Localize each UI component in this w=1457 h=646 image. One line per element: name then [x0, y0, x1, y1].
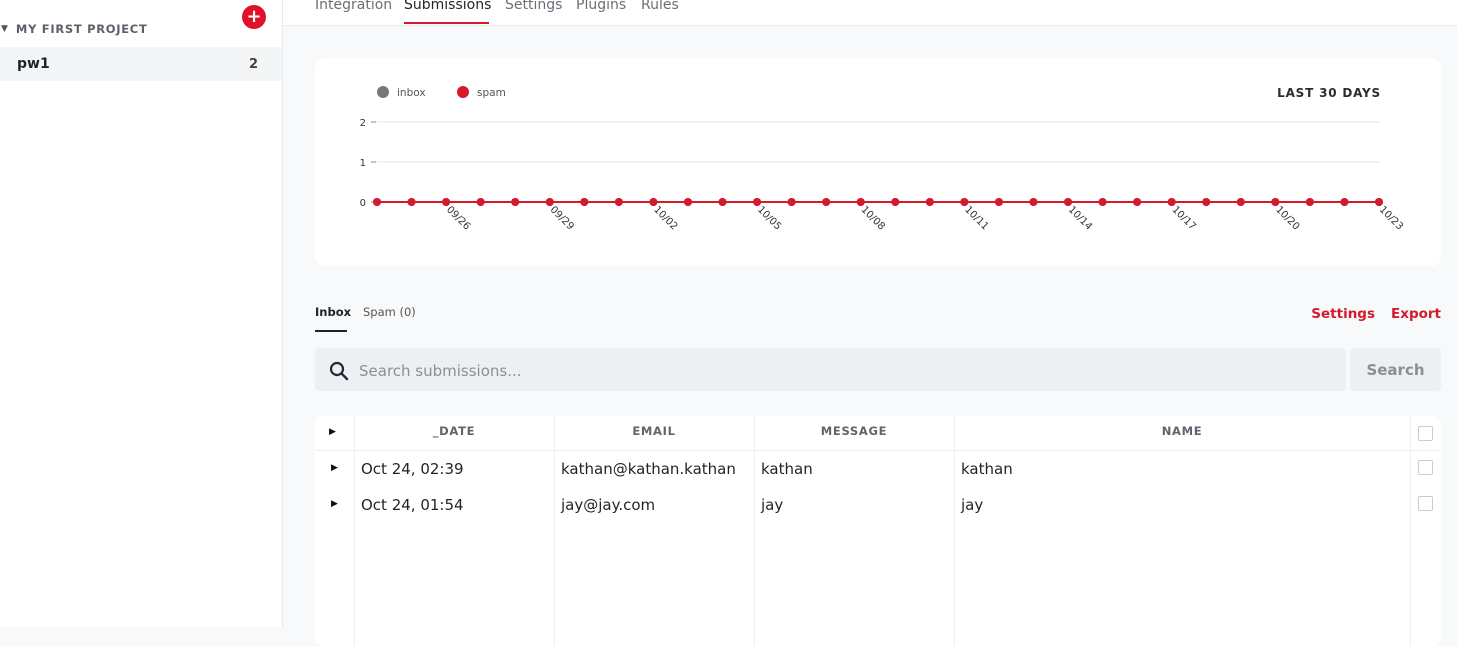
- row-email: kathan@kathan.kathan: [561, 460, 736, 478]
- tab-submissions[interactable]: Submissions: [404, 0, 491, 13]
- select-all-checkbox[interactable]: [1418, 426, 1433, 441]
- data-point-spam: [1133, 198, 1142, 206]
- y-tick-label: 2: [360, 118, 366, 129]
- chart-svg: 0 1 2 inbox spam 09/26 09/29 10/02 10/05 10/08 10/…: [360, 86, 1405, 233]
- tab-integration[interactable]: Integration: [315, 0, 392, 13]
- data-point-spam: [580, 198, 589, 206]
- data-point-spam: [1305, 198, 1314, 206]
- sidebar: ▼ MY FIRST PROJECT + pw1 2: [0, 0, 283, 627]
- top-nav: Integration Submissions Settings Plugins…: [283, 0, 1457, 26]
- row-checkbox[interactable]: [1418, 496, 1433, 511]
- tab-plugins[interactable]: Plugins: [576, 0, 626, 13]
- data-point-spam: [787, 198, 796, 206]
- active-tab-underline: [404, 22, 489, 24]
- data-point-spam: [407, 198, 416, 206]
- row-email: jay@jay.com: [561, 496, 656, 514]
- expand-row-icon[interactable]: ▶: [331, 463, 338, 473]
- x-tick-label: 10/23: [1377, 204, 1405, 232]
- x-tick-label: 09/29: [548, 204, 576, 232]
- row-message: kathan: [761, 460, 813, 478]
- y-tick-label: 1: [360, 158, 366, 169]
- data-point-spam: [511, 198, 520, 206]
- legend-label-spam: spam: [477, 87, 506, 99]
- data-point-spam: [994, 198, 1003, 206]
- x-tick-label: 10/14: [1066, 204, 1094, 232]
- x-tick-label: 10/05: [755, 204, 783, 232]
- x-tick-label: 10/20: [1273, 204, 1301, 232]
- data-point-spam: [891, 198, 900, 206]
- tab-spam[interactable]: Spam (0): [363, 305, 416, 319]
- column-header-date[interactable]: _DATE: [354, 424, 554, 438]
- inbox-tab-underline: [315, 330, 347, 332]
- project-title: MY FIRST PROJECT: [15, 22, 148, 36]
- column-header-email[interactable]: EMAIL: [554, 424, 754, 438]
- tab-settings[interactable]: Settings: [505, 0, 562, 13]
- table-actions: Settings Export: [1311, 306, 1441, 322]
- data-point-spam: [856, 198, 865, 206]
- data-point-spam: [1064, 198, 1073, 206]
- expand-row-icon[interactable]: ▶: [331, 499, 338, 509]
- data-point-spam: [1375, 198, 1383, 206]
- data-point-spam: [718, 198, 727, 206]
- row-date: Oct 24, 02:39: [361, 460, 464, 478]
- data-point-spam: [1202, 198, 1211, 206]
- data-point-spam: [683, 198, 692, 206]
- column-header-name[interactable]: NAME: [954, 424, 1410, 438]
- export-link[interactable]: Export: [1391, 306, 1441, 322]
- data-point-spam: [614, 198, 623, 206]
- data-point-spam: [1029, 198, 1038, 206]
- submission-count: 2: [248, 56, 258, 72]
- add-form-button[interactable]: +: [242, 5, 266, 29]
- data-point-spam: [649, 198, 658, 206]
- data-point-spam: [1236, 198, 1245, 206]
- header-divider: [315, 450, 1441, 451]
- x-tick-label: 10/02: [651, 204, 679, 232]
- search-button[interactable]: Search: [1350, 348, 1441, 391]
- legend-marker-inbox: [377, 86, 389, 98]
- data-point-spam: [1271, 198, 1280, 206]
- tab-rules[interactable]: Rules: [641, 0, 679, 13]
- search-input[interactable]: [357, 348, 1321, 393]
- expand-all-icon[interactable]: ▶: [329, 427, 336, 437]
- sidebar-item-form[interactable]: pw1 2: [0, 47, 282, 81]
- data-point-spam: [1098, 198, 1107, 206]
- y-tick-label: 0: [360, 198, 366, 209]
- search-icon: [329, 361, 349, 381]
- legend-label-inbox: inbox: [397, 87, 426, 99]
- row-message: jay: [761, 496, 784, 514]
- data-point-spam: [822, 198, 831, 206]
- tab-inbox[interactable]: Inbox: [315, 305, 351, 319]
- data-point-spam: [1340, 198, 1349, 206]
- data-point-spam: [1167, 198, 1176, 206]
- x-tick-label: 10/17: [1170, 204, 1198, 232]
- data-point-spam: [442, 198, 451, 206]
- data-point-spam: [925, 198, 934, 206]
- x-tick-label: 09/26: [444, 204, 472, 232]
- form-name: pw1: [17, 56, 50, 72]
- search-box: [315, 348, 1346, 393]
- column-header-message[interactable]: MESSAGE: [754, 424, 954, 438]
- row-checkbox[interactable]: [1418, 460, 1433, 475]
- x-tick-label: 10/11: [962, 204, 990, 232]
- project-header[interactable]: ▼ MY FIRST PROJECT: [0, 21, 282, 37]
- data-point-spam: [476, 198, 485, 206]
- chart-range-label: LAST 30 DAYS: [1277, 86, 1381, 100]
- data-point-spam: [753, 198, 762, 206]
- settings-link[interactable]: Settings: [1311, 306, 1375, 322]
- submissions-chart: 0 1 2 inbox spam 09/26 09/29 10/02 10/05 10/08 10/…: [315, 58, 1441, 266]
- row-date: Oct 24, 01:54: [361, 496, 464, 514]
- data-point-spam: [545, 198, 554, 206]
- row-name: jay: [961, 496, 984, 514]
- submissions-table: ▶ _DATE EMAIL MESSAGE NAME ▶ Oct 24, 02:…: [315, 416, 1441, 646]
- x-tick-label: 10/08: [859, 204, 887, 232]
- row-name: kathan: [961, 460, 1013, 478]
- data-point-spam: [373, 198, 381, 206]
- caret-down-icon[interactable]: ▼: [1, 24, 8, 34]
- legend-marker-spam: [457, 86, 469, 98]
- data-point-spam: [960, 198, 969, 206]
